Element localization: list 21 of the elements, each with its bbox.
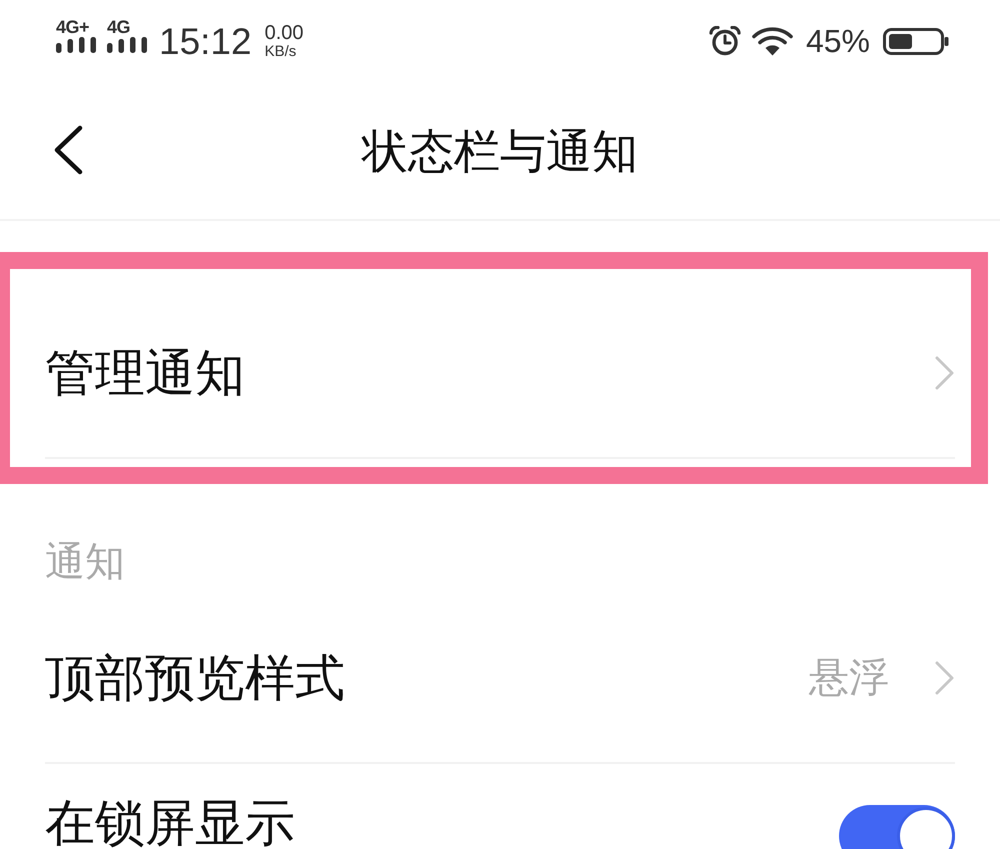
battery-percentage: 45% [806,25,870,57]
setting-value: 悬浮 [809,658,889,698]
battery-icon [883,28,949,54]
back-icon[interactable] [53,125,83,175]
wifi-icon [752,26,793,56]
signal-icon [56,36,96,52]
clock-time: 15:12 [159,22,252,60]
chevron-icon [935,661,955,695]
setting-label[interactable]: 顶部预览样式 [45,653,345,703]
section-header: 通知 [45,542,125,582]
setting-label[interactable]: 管理通知 [45,348,245,398]
setting-label[interactable]: 在锁屏显示 [45,798,295,848]
toggle-switch[interactable] [839,805,955,849]
network-speed-value: 0.00 [264,23,304,43]
network-type-label: 4G+ [56,18,90,36]
page-title: 状态栏与通知 [362,128,638,174]
network-type-label: 4G [107,18,130,36]
signal-icon [107,36,147,52]
alarm-clock-icon [708,26,741,56]
network-speed-unit: KB/s [264,44,298,59]
chevron-icon [935,356,955,390]
